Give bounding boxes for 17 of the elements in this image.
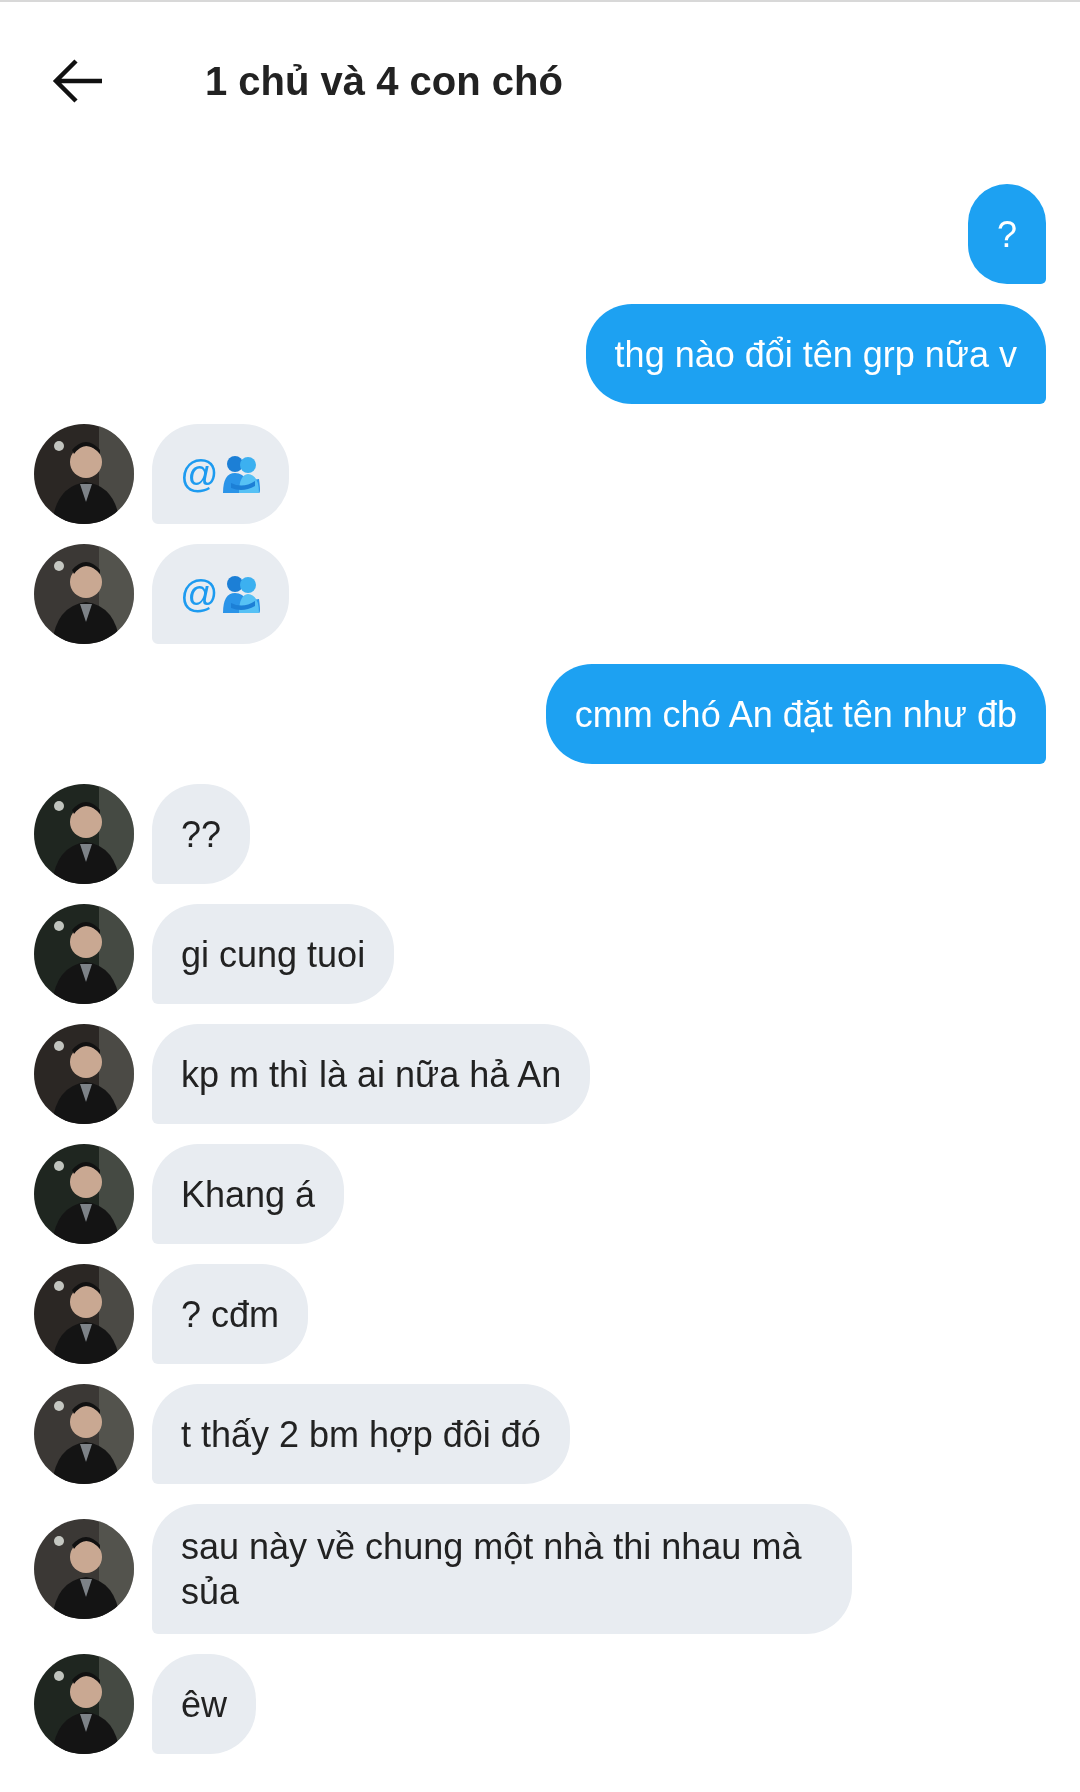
people-hugging-icon (220, 455, 261, 493)
message-bubble: ?? (152, 784, 251, 884)
message-bubble: gi cung tuoi (152, 904, 395, 1004)
people-hugging-icon (220, 575, 261, 613)
message-bubble: kp m thì là ai nữa hả An (152, 1024, 591, 1124)
back-icon[interactable] (52, 58, 104, 104)
message-bubble: t thấy 2 bm hợp đôi đó (152, 1384, 570, 1484)
message-bubble: sau này về chung một nhà thi nhau mà sủa (152, 1504, 852, 1634)
message-bubble: cmm chó An đặt tên như đb (545, 664, 1046, 764)
mention-text: @ (180, 451, 219, 497)
chat-title: 1 chủ và 4 con chó (205, 58, 563, 105)
message-bubble: ? cđm (152, 1264, 309, 1364)
message-bubble: thg nào đổi tên grp nữa v (585, 304, 1046, 404)
message-bubble: Khang á (152, 1144, 345, 1244)
mention-text: @ (180, 571, 219, 617)
message-bubble: êw (152, 1654, 257, 1754)
message-bubble: ? (967, 184, 1046, 284)
